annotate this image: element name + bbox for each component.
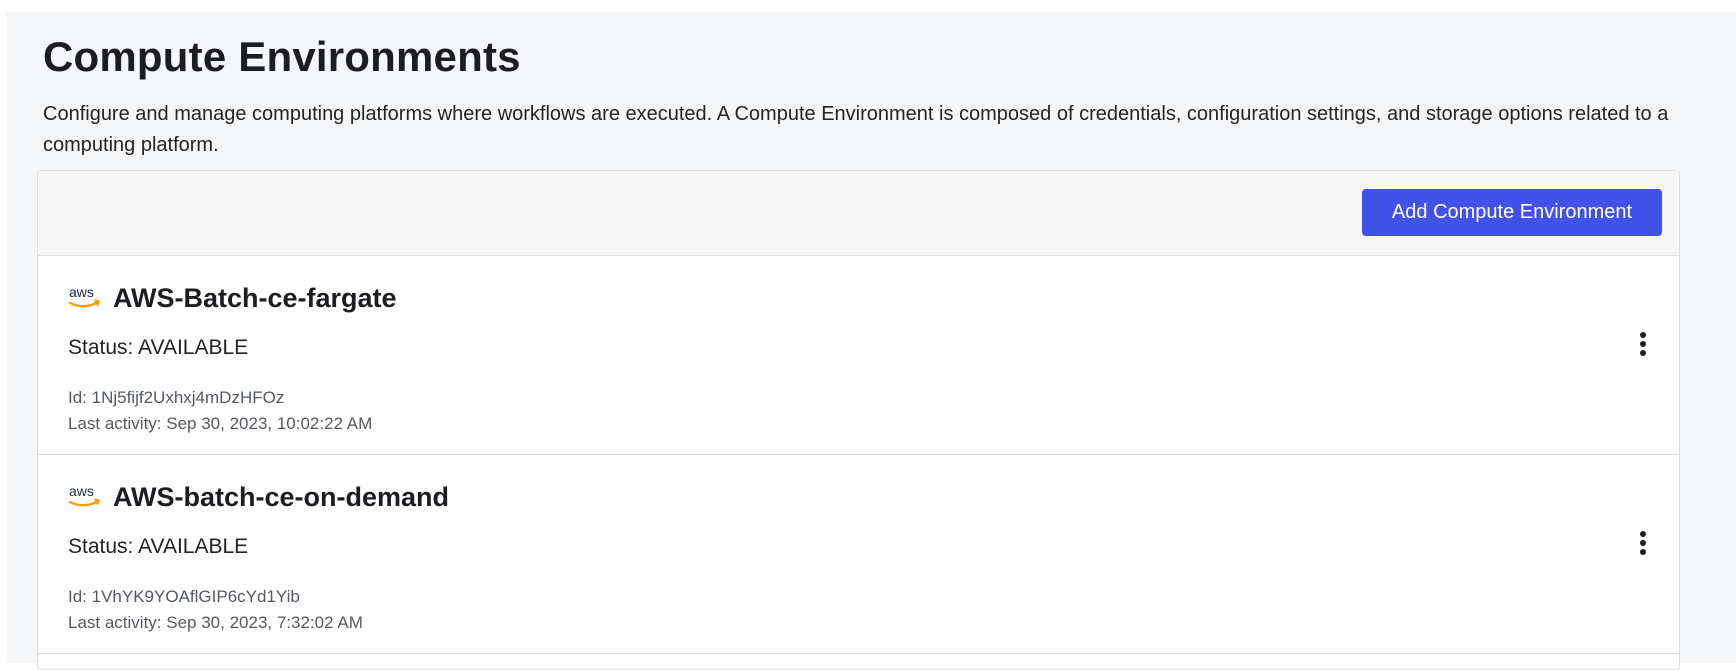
environment-status: Status: AVAILABLE xyxy=(68,336,249,359)
list-item[interactable]: aws AWS-batch-ce-on-demand Status: AVAIL… xyxy=(38,455,1679,654)
compute-environment-list-panel: Add Compute Environment aws AWS-Batch-ce… xyxy=(37,170,1680,670)
environment-id: Id: 1Nj5fijf2Uxhxj4mDzHFOz xyxy=(68,388,285,407)
more-vertical-icon xyxy=(1640,531,1646,555)
svg-text:aws: aws xyxy=(69,285,94,300)
more-options-button[interactable] xyxy=(1629,326,1657,362)
aws-icon: aws xyxy=(68,483,102,510)
environment-last-activity: Last activity: Sep 30, 2023, 7:32:02 AM xyxy=(68,613,363,632)
panel-toolbar: Add Compute Environment xyxy=(38,171,1679,256)
list-item[interactable]: aws AWS-Batch-ce-fargate Status: AVAILAB… xyxy=(38,256,1679,455)
environment-name[interactable]: AWS-Batch-ce-fargate xyxy=(113,282,397,314)
environment-last-activity: Last activity: Sep 30, 2023, 10:02:22 AM xyxy=(68,414,373,433)
add-compute-environment-button[interactable]: Add Compute Environment xyxy=(1362,189,1662,236)
environment-id: Id: 1VhYK9YOAflGIP6cYd1Yib xyxy=(68,587,300,606)
aws-icon: aws xyxy=(68,284,102,311)
environment-header: aws AWS-batch-ce-on-demand xyxy=(68,481,449,513)
more-options-button[interactable] xyxy=(1629,525,1657,561)
page-description: Configure and manage computing platforms… xyxy=(43,103,1669,156)
environment-name[interactable]: AWS-batch-ce-on-demand xyxy=(113,481,449,513)
environment-status: Status: AVAILABLE xyxy=(68,535,249,558)
svg-text:aws: aws xyxy=(69,484,94,499)
more-vertical-icon xyxy=(1640,332,1646,356)
environment-header: aws AWS-Batch-ce-fargate xyxy=(68,282,397,314)
page-title: Compute Environments xyxy=(43,33,521,80)
